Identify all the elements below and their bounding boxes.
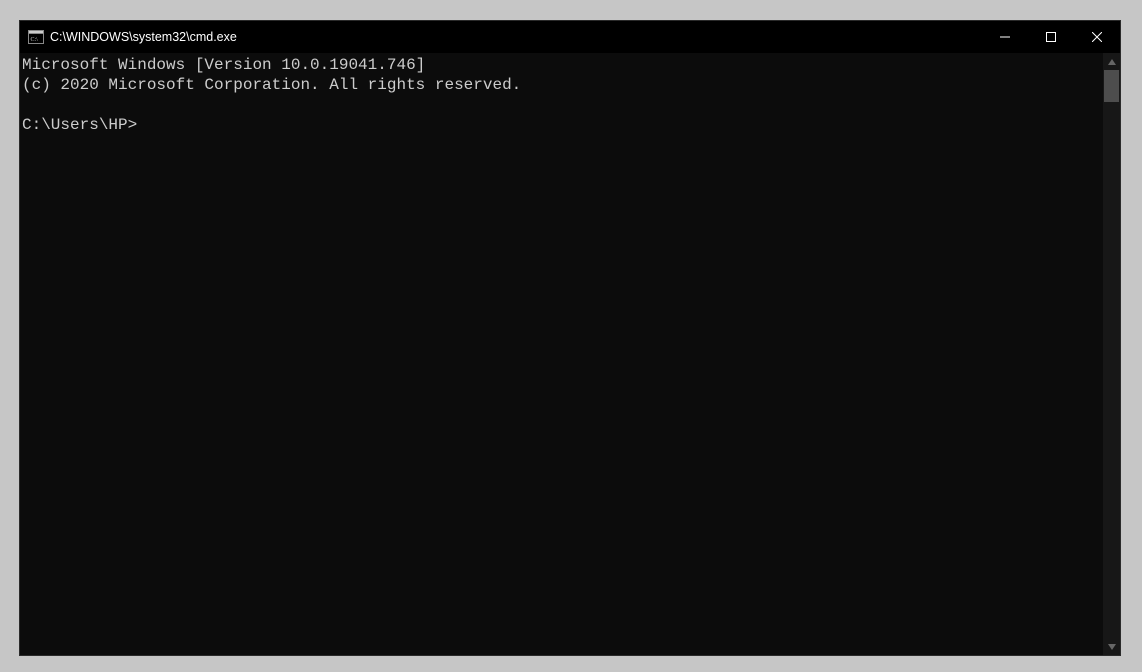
cmd-window: C:\ C:\WINDOWS\system32\cmd.exe Microsof… (19, 20, 1121, 656)
close-button[interactable] (1074, 21, 1120, 53)
scroll-track[interactable] (1103, 70, 1120, 638)
vertical-scrollbar[interactable] (1103, 53, 1120, 655)
window-title: C:\WINDOWS\system32\cmd.exe (50, 30, 982, 44)
cursor (137, 118, 145, 134)
terminal-output[interactable]: Microsoft Windows [Version 10.0.19041.74… (20, 53, 1103, 655)
copyright-line: (c) 2020 Microsoft Corporation. All righ… (22, 76, 521, 94)
cmd-icon: C:\ (28, 29, 44, 45)
svg-text:C:\: C:\ (31, 37, 39, 43)
window-controls (982, 21, 1120, 53)
minimize-button[interactable] (982, 21, 1028, 53)
titlebar[interactable]: C:\ C:\WINDOWS\system32\cmd.exe (20, 21, 1120, 53)
maximize-button[interactable] (1028, 21, 1074, 53)
scroll-down-arrow[interactable] (1103, 638, 1120, 655)
scroll-thumb[interactable] (1104, 70, 1119, 102)
version-line: Microsoft Windows [Version 10.0.19041.74… (22, 56, 425, 74)
prompt: C:\Users\HP> (22, 116, 137, 134)
scroll-up-arrow[interactable] (1103, 53, 1120, 70)
client-area: Microsoft Windows [Version 10.0.19041.74… (20, 53, 1120, 655)
